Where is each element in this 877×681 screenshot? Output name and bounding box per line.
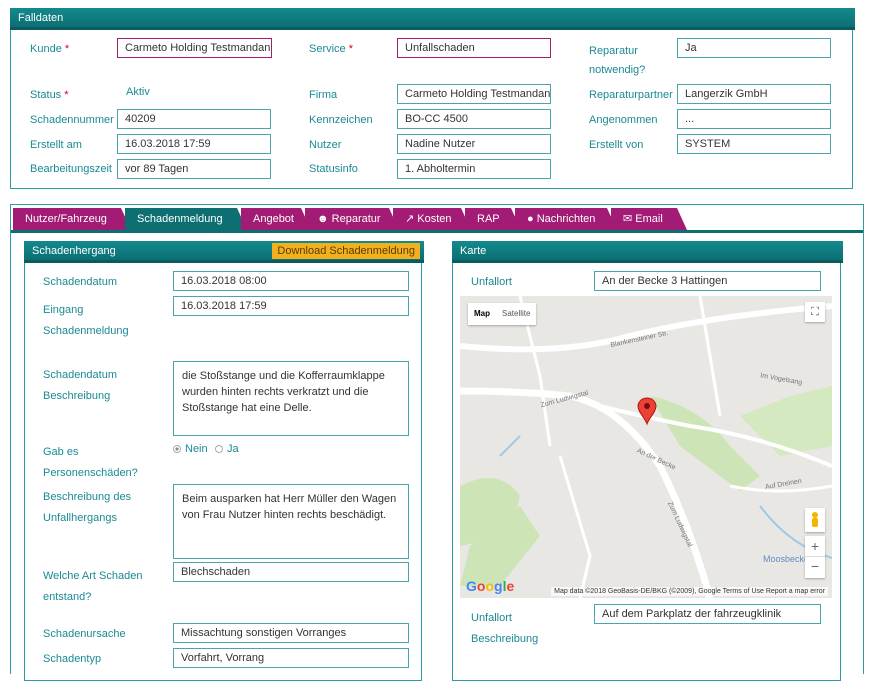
art-field[interactable]: Blechschaden xyxy=(173,562,409,582)
partner-label: Reparaturpartner xyxy=(589,89,673,101)
partner-field[interactable]: Langerzik GmbH xyxy=(677,84,831,104)
zoom-out-icon[interactable]: − xyxy=(805,557,825,577)
service-label: Service xyxy=(309,42,353,56)
tab-label: Angebot xyxy=(253,213,294,225)
ursache-label: Schadenursache xyxy=(43,628,126,640)
status-label: Status xyxy=(30,88,69,102)
google-logo: Google xyxy=(466,578,515,594)
erstellt-label: Erstellt am xyxy=(30,139,82,151)
kunde-field[interactable]: Carmeto Holding Testmandan xyxy=(117,38,272,58)
envelope-icon: ✉ xyxy=(623,213,636,225)
tab-label: Reparatur xyxy=(331,213,381,225)
tab-kosten[interactable]: ↗ Kosten xyxy=(393,208,471,230)
radio-label: Nein xyxy=(185,443,208,455)
radio-nein[interactable]: Nein xyxy=(173,443,208,455)
satellite-button[interactable]: Satellite xyxy=(496,303,536,325)
map-attribution: Map data ©2018 GeoBasis-DE/BKG (©2009), … xyxy=(551,587,828,596)
unfallort-beschreibung-field[interactable]: Auf dem Parkplatz der fahrzeugklinik xyxy=(594,604,821,624)
statusinfo-label: Statusinfo xyxy=(309,163,358,175)
tab-container: Nutzer/Fahrzeug Schadenmeldung Angebot ☻… xyxy=(10,204,864,681)
map-type-control: Map Satellite xyxy=(468,303,537,325)
kennzeichen-field[interactable]: BO-CC 4500 xyxy=(397,109,551,129)
users-icon: ☻ xyxy=(317,213,332,225)
zoom-control: + − xyxy=(805,536,825,578)
pegman-icon[interactable] xyxy=(805,508,825,532)
reparatur-label: Reparatur notwendig? xyxy=(589,45,646,76)
tab-label: Email xyxy=(635,213,663,225)
art-label: Welche Art Schaden entstand? xyxy=(43,570,143,603)
schadennummer-field[interactable]: 40209 xyxy=(117,109,271,129)
tab-label: RAP xyxy=(477,213,500,225)
tab-nachrichten[interactable]: ● Nachrichten xyxy=(515,208,617,230)
karte-title: Karte xyxy=(452,241,843,263)
erstellt-field[interactable]: 16.03.2018 17:59 xyxy=(117,134,271,154)
bearbeitung-field[interactable]: vor 89 Tagen xyxy=(117,159,271,179)
falldaten-panel: Falldaten Kunde Carmeto Holding Testmand… xyxy=(10,8,855,189)
typ-label: Schadentyp xyxy=(43,653,102,665)
unfallort-field[interactable]: An der Becke 3 Hattingen xyxy=(594,271,821,291)
falldaten-title: Falldaten xyxy=(10,8,855,30)
typ-field[interactable]: Vorfahrt, Vorrang xyxy=(173,648,409,668)
eingang-label: Eingang Schadenmeldung xyxy=(43,304,129,337)
street-label: Moosbecke xyxy=(763,554,810,564)
tab-label: Nutzer/Fahrzeug xyxy=(25,213,107,225)
schadennummer-label: Schadennummer xyxy=(30,114,114,126)
tab-nutzer-fahrzeug[interactable]: Nutzer/Fahrzeug xyxy=(13,208,131,230)
download-schadenmeldung-button[interactable]: Download Schadenmeldung xyxy=(272,243,420,259)
firma-label: Firma xyxy=(309,89,338,101)
eingang-field[interactable]: 16.03.2018 17:59 xyxy=(173,296,409,316)
google-map[interactable]: Blankensteiner Str. Zum Ludwigstal Zum L… xyxy=(460,296,832,598)
comments-icon: ● xyxy=(527,213,537,225)
bearbeitung-label: Bearbeitungszeit xyxy=(30,163,112,175)
tab-angebot[interactable]: Angebot xyxy=(241,208,311,230)
tab-label: Nachrichten xyxy=(536,213,596,225)
karte-panel: Karte Unfallort An der Becke 3 Hattingen xyxy=(452,241,843,681)
angenommen-field[interactable]: ... xyxy=(677,109,831,129)
tab-label: Schadenmeldung xyxy=(137,213,223,225)
angenommen-label: Angenommen xyxy=(589,114,658,126)
status-value: Aktiv xyxy=(126,86,150,98)
tab-label: Kosten xyxy=(417,213,452,225)
beschreibung-label: Schadendatum Beschreibung xyxy=(43,369,117,402)
unfallort-beschreibung-label: Unfallort Beschreibung xyxy=(471,612,539,645)
unfallort-label: Unfallort xyxy=(471,276,512,288)
map-button[interactable]: Map xyxy=(468,303,496,325)
radio-dot xyxy=(215,445,223,453)
tab-rap[interactable]: RAP xyxy=(465,208,521,230)
schadenhergang-title: Schadenhergang xyxy=(32,245,116,257)
statusinfo-field[interactable]: 1. Abholtermin xyxy=(397,159,551,179)
erstellt-von-label: Erstellt von xyxy=(589,139,644,151)
tab-underline xyxy=(11,230,863,233)
tab-reparatur[interactable]: ☻ Reparatur xyxy=(305,208,399,230)
schadenhergang-panel: Schadenhergang Download Schadenmeldung S… xyxy=(24,241,424,681)
tab-email[interactable]: ✉ Email xyxy=(611,208,687,230)
radio-dot xyxy=(173,445,181,453)
schadendatum-field[interactable]: 16.03.2018 08:00 xyxy=(173,271,409,291)
zoom-in-icon[interactable]: + xyxy=(805,536,825,557)
kennzeichen-label: Kennzeichen xyxy=(309,114,373,126)
chart-icon: ↗ xyxy=(405,213,418,225)
schadenhergang-header: Schadenhergang Download Schadenmeldung xyxy=(24,241,424,263)
ursache-field[interactable]: Missachtung sonstigen Vorranges xyxy=(173,623,409,643)
unfallhergang-textarea[interactable]: Beim ausparken hat Herr Müller den Wagen… xyxy=(173,484,409,559)
schadendatum-label: Schadendatum xyxy=(43,276,117,288)
nutzer-label: Nutzer xyxy=(309,139,342,151)
fullscreen-icon[interactable]: ⛶ xyxy=(805,302,825,322)
radio-label: Ja xyxy=(227,443,239,455)
erstellt-von-field[interactable]: SYSTEM xyxy=(677,134,831,154)
reparatur-field[interactable]: Ja xyxy=(677,38,831,58)
nutzer-field[interactable]: Nadine Nutzer xyxy=(397,134,551,154)
firma-field[interactable]: Carmeto Holding Testmandan xyxy=(397,84,551,104)
tab-schadenmeldung[interactable]: Schadenmeldung xyxy=(125,208,247,230)
kunde-label: Kunde xyxy=(30,42,69,56)
radio-ja[interactable]: Ja xyxy=(215,443,239,455)
unfallhergang-label: Beschreibung des Unfallhergangs xyxy=(43,491,132,524)
personen-label: Gab es Personenschäden? xyxy=(43,446,138,479)
service-field[interactable]: Unfallschaden xyxy=(397,38,551,58)
beschreibung-textarea[interactable]: die Stoßstange und die Kofferraumklappe … xyxy=(173,361,409,436)
